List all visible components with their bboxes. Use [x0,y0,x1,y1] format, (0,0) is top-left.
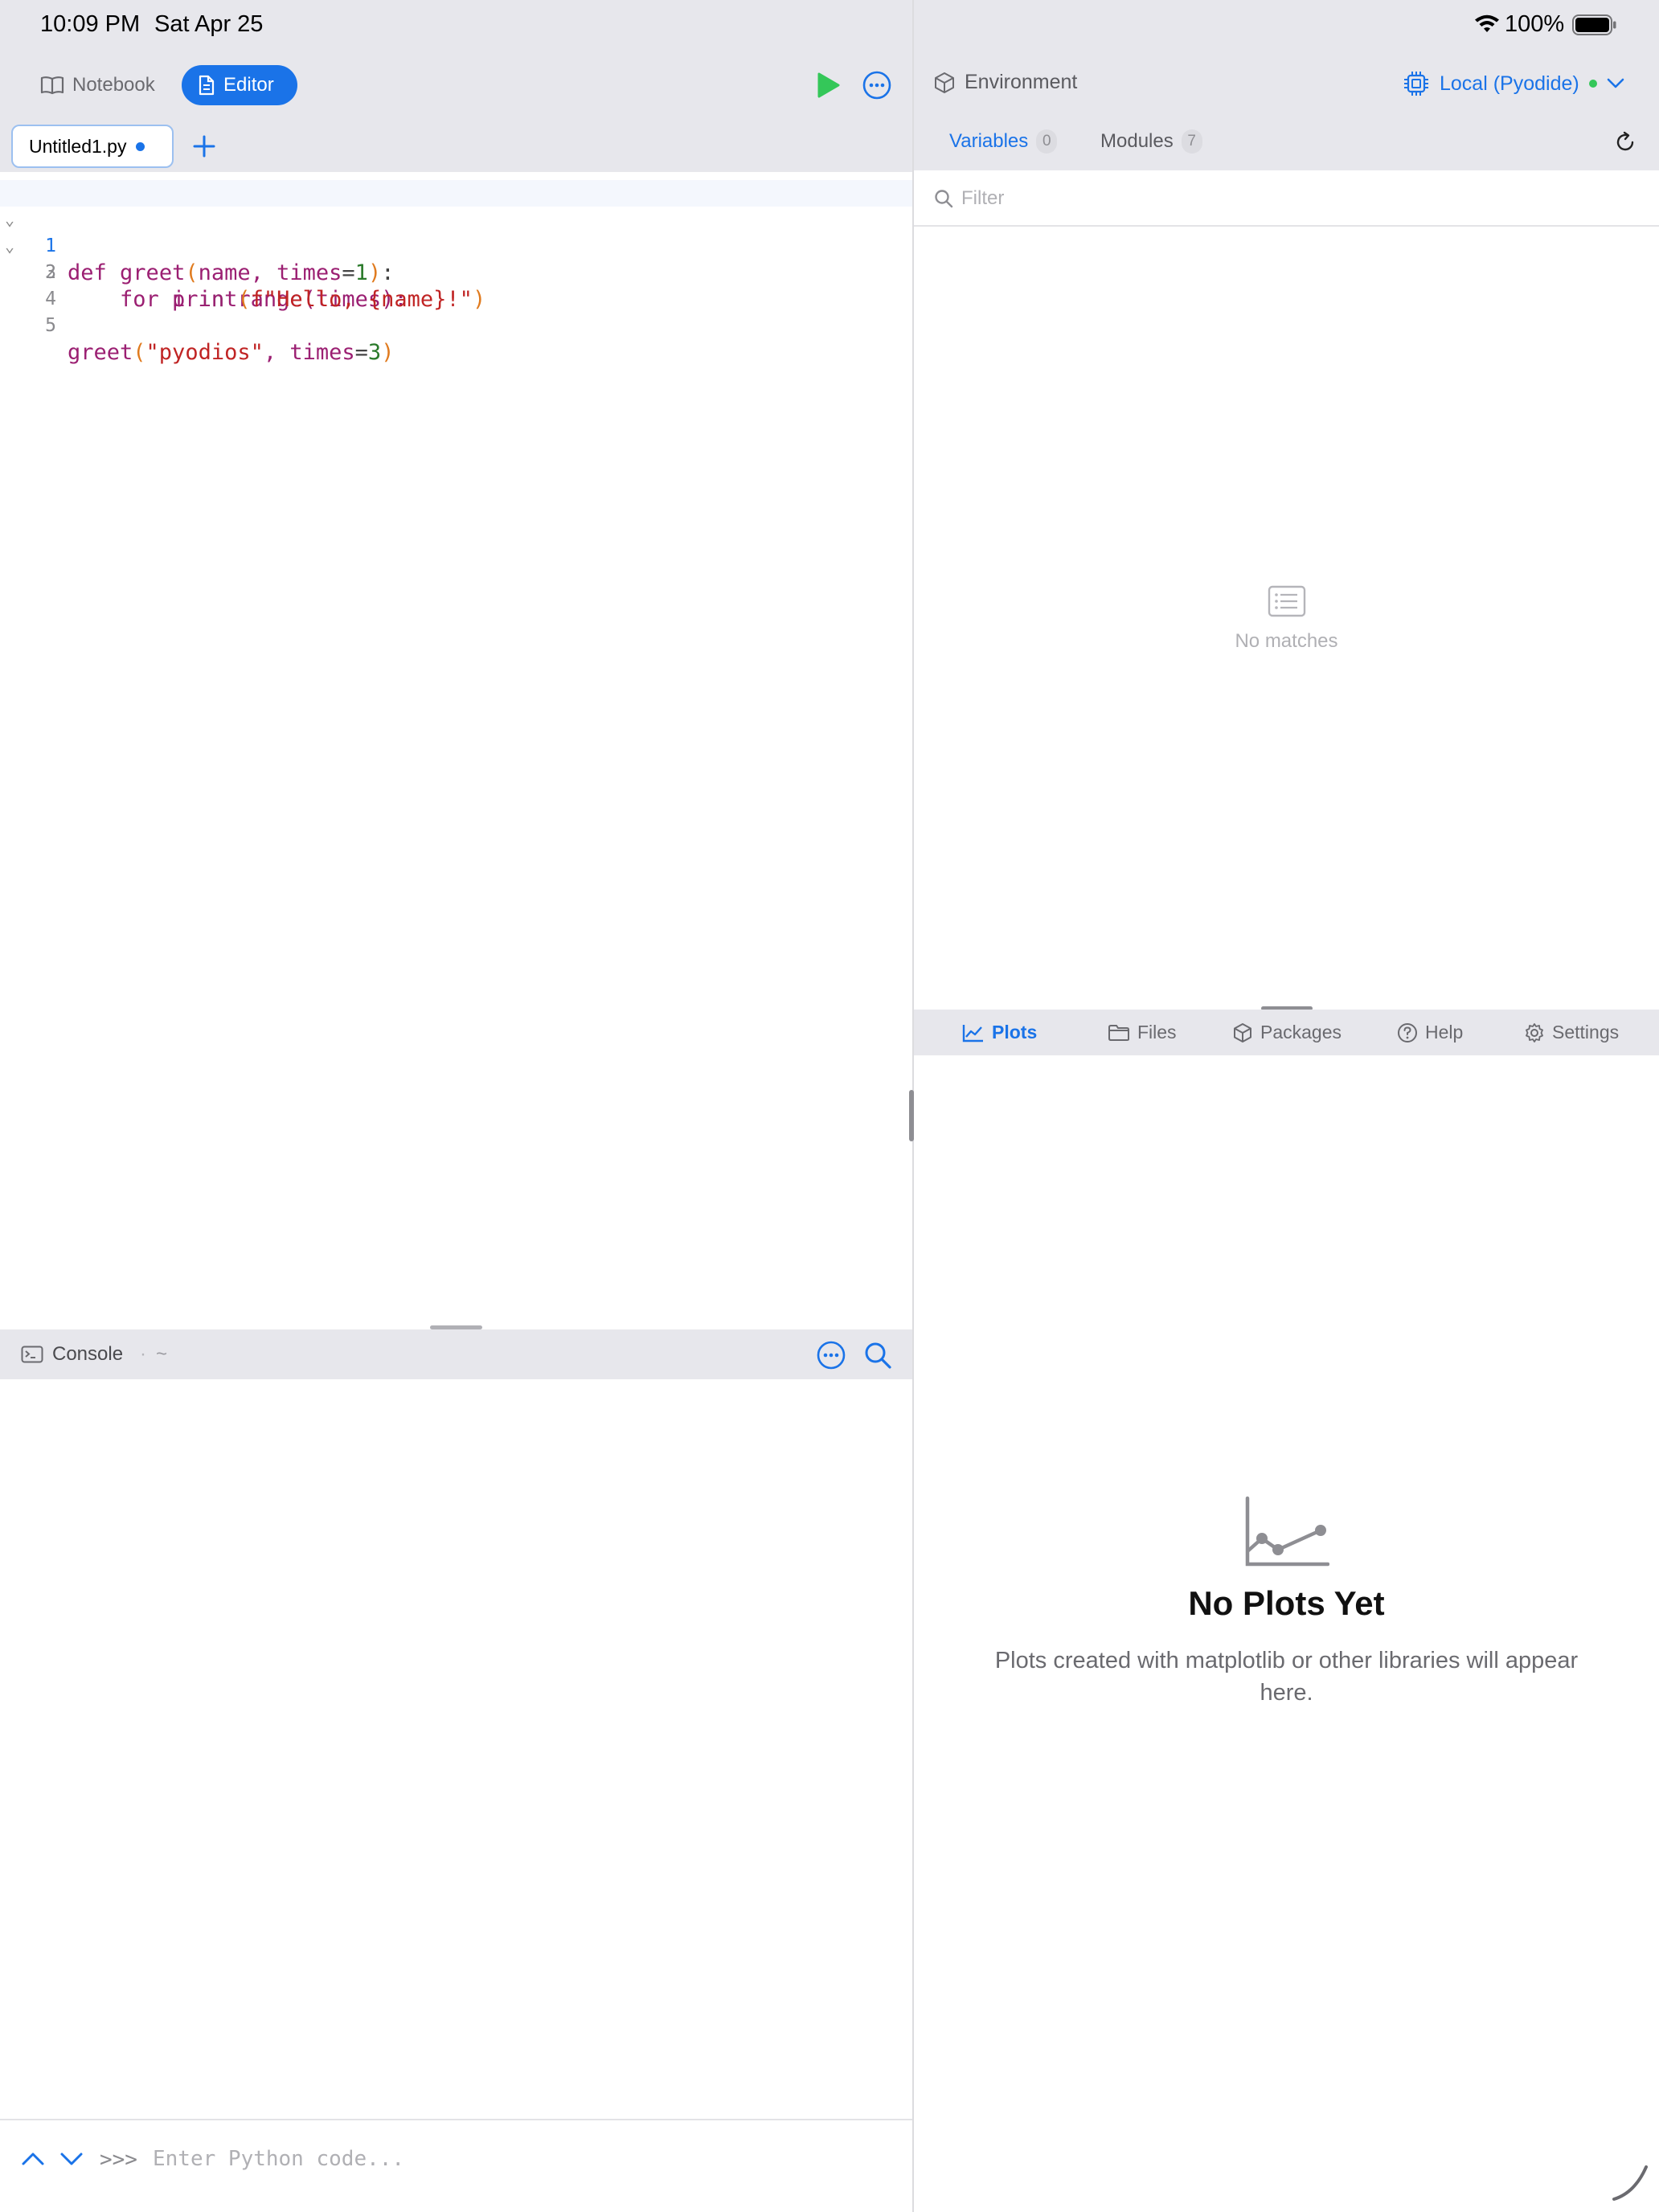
file-tab-untitled1[interactable]: Untitled1.py [11,125,174,168]
wifi-icon [1475,14,1499,32]
code-line-2[interactable]: ⌄ 2 for i in range(times): [0,207,912,312]
console-separator: · [140,1343,146,1365]
tab-settings[interactable]: Settings [1524,1010,1619,1055]
tab-plots-label: Plots [992,1022,1038,1043]
modules-count-badge: 7 [1181,129,1202,154]
question-circle-icon [1398,1022,1417,1043]
editor-more-button[interactable] [862,70,892,100]
kernel-label: Local (Pyodide) [1440,72,1579,95]
code-line-3[interactable]: 3 print(f"Hello, {name}!") [0,233,912,312]
code-line-1[interactable]: ⌄ 1 def greet(name, times=1): [0,180,912,285]
history-up-button[interactable] [21,2150,45,2168]
unsaved-indicator [136,141,145,151]
empty-variables-text: No matches [1235,630,1338,652]
tab-variables[interactable]: Variables 0 [949,129,1058,154]
package-icon [1234,1022,1251,1043]
chevron-down-icon [1607,78,1624,88]
tab-files-label: Files [1137,1022,1177,1043]
refresh-button[interactable] [1613,130,1637,154]
console-input-bar: >>> [0,2119,912,2212]
environment-header: Environment Local (Pyodide) Variables 0 … [914,51,1659,170]
tab-files[interactable]: Files [1108,1010,1177,1055]
bottom-panel-tabs: Plots Files Packages Help Settings [914,1010,1659,1055]
terminal-icon [21,1346,43,1363]
filter-bar [914,170,1659,227]
tab-settings-label: Settings [1552,1022,1620,1043]
console-header: Console · ~ [0,1329,912,1379]
filter-input[interactable] [961,183,1620,214]
pencil-stroke-icon [1612,2165,1648,2201]
cube-icon [935,72,954,93]
console-more-button[interactable] [816,1340,846,1370]
variables-count-badge: 0 [1036,129,1058,154]
document-icon [199,75,215,96]
kernel-status-dot [1588,80,1597,88]
history-down-button[interactable] [59,2150,84,2168]
tab-packages[interactable]: Packages [1232,1010,1342,1055]
notebook-mode-button[interactable]: Notebook [31,65,167,105]
search-icon [935,190,953,208]
console-output[interactable] [0,1379,912,2119]
right-pane: Environment Local (Pyodide) Variables 0 … [914,51,1659,2212]
kernel-selector[interactable]: Local (Pyodide) [1403,66,1624,101]
run-button[interactable] [817,72,841,99]
console-search-button[interactable] [862,1340,893,1370]
notebook-mode-label: Notebook [72,74,155,96]
status-bar: 10:09 PM Sat Apr 25 100% [0,0,1659,51]
code-editor[interactable]: ⌄ 1 def greet(name, times=1): ⌄ 2 for i … [0,175,912,1325]
tab-modules-label: Modules [1100,130,1174,152]
book-icon [40,76,64,95]
code-line-text: greet("pyodios", times=3) [68,340,395,365]
left-pane: Notebook Editor Untitled1.py ⌄ 1 def gre… [0,51,912,2212]
editor-mode-label: Editor [223,74,274,96]
chart-line-icon [1245,1496,1329,1567]
list-icon [1268,585,1306,617]
tab-help[interactable]: Help [1397,1010,1463,1055]
empty-plots-title: No Plots Yet [1188,1584,1385,1622]
tab-packages-label: Packages [1260,1022,1342,1043]
folder-icon [1108,1024,1129,1041]
status-date: Sat Apr 25 [154,11,264,37]
empty-plots-description: Plots created with matplotlib or other l… [994,1648,1579,1706]
status-time: 10:09 PM [40,11,141,37]
console-input[interactable] [153,2143,876,2175]
tab-plots[interactable]: Plots [962,1010,1037,1055]
editor-toolbar: Notebook Editor Untitled1.py [0,51,912,172]
tab-help-label: Help [1425,1022,1464,1043]
line-number: 5 [45,315,56,336]
file-tab-label: Untitled1.py [29,135,127,157]
battery-icon [1572,14,1616,35]
console-title: Console [52,1343,124,1365]
environment-title: Environment [965,71,1078,93]
editor-mode-button[interactable]: Editor [182,65,297,105]
code-line-4[interactable]: 4 [0,260,912,309]
code-line-5[interactable]: 5 greet("pyodios", times=3) [0,286,912,365]
chart-line-icon [962,1024,983,1042]
cpu-icon [1404,72,1428,96]
plots-panel: No Plots Yet Plots created with matplotl… [914,1055,1659,2212]
battery-percentage: 100% [1505,11,1565,37]
gear-icon [1526,1022,1543,1043]
console-working-directory: ~ [156,1343,168,1365]
console-prompt: >>> [100,2148,137,2172]
variables-list: No matches [914,228,1659,1008]
tab-modules[interactable]: Modules 7 [1100,129,1202,154]
tab-variables-label: Variables [949,130,1029,152]
add-file-button[interactable] [191,133,217,159]
